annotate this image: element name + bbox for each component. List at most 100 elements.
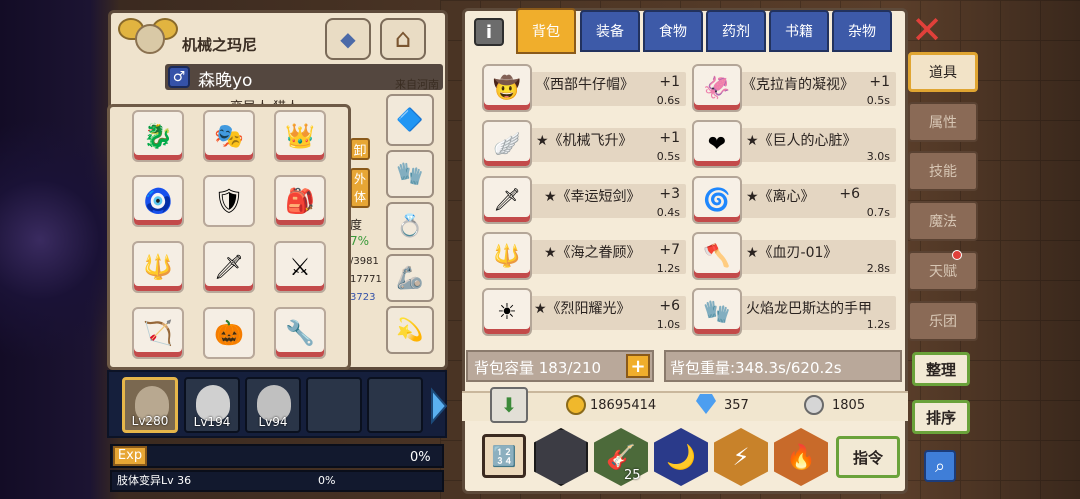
- sort-button[interactable]: 排序: [912, 400, 970, 434]
- equip-slot[interactable]: 🔧: [274, 307, 326, 359]
- item-name: ★《巨人的心脏》: [746, 133, 857, 149]
- close-icon[interactable]: ✕: [909, 11, 945, 49]
- item-name: ★《幸运短剑》: [544, 189, 641, 205]
- dragon-gauntlet-icon: 🧤: [692, 288, 742, 336]
- lucky-dagger-icon: 🗡: [482, 176, 532, 224]
- stat-value-2: 17771: [350, 274, 382, 285]
- search-icon: ⌕: [934, 455, 946, 477]
- item-weight: 3.0s: [866, 150, 890, 163]
- red-backpack-icon: 🎒: [285, 187, 315, 215]
- party-slot-empty[interactable]: [306, 377, 362, 433]
- tab-magic[interactable]: 魔法: [908, 201, 978, 241]
- list-item[interactable]: 🪽 ★《机械飞升》 +1 0.5s: [476, 116, 686, 168]
- tab-misc[interactable]: 杂物: [832, 10, 892, 52]
- silver-coin-icon: [804, 395, 824, 415]
- character-title: 机械之玛尼: [182, 36, 258, 54]
- item-weight: 1.0s: [656, 318, 680, 331]
- equip-slot[interactable]: 🎭: [203, 110, 255, 162]
- organize-button[interactable]: 整理: [912, 352, 970, 386]
- tab-attributes[interactable]: 属性: [908, 102, 978, 142]
- equip-slot[interactable]: 🛡: [203, 175, 255, 227]
- tab-backpack[interactable]: 背包: [516, 8, 576, 54]
- party-member-3[interactable]: Lv94: [245, 377, 301, 433]
- list-item[interactable]: 🤠 《西部牛仔帽》 +1 0.6s: [476, 60, 686, 112]
- male-icon: ♂: [168, 66, 190, 88]
- item-count: +1: [659, 130, 680, 146]
- unequip-button[interactable]: 卸: [350, 138, 370, 160]
- next-arrow-icon[interactable]: [428, 386, 450, 426]
- gold-spear-icon: 🗡: [213, 253, 245, 281]
- equip-slot[interactable]: 🏹: [132, 307, 184, 359]
- tab-potions[interactable]: 药剂: [706, 10, 766, 52]
- capacity-text: 背包容量 183/210: [474, 359, 602, 377]
- dark-mask-icon: 🎭: [214, 122, 244, 150]
- list-item[interactable]: 🗡 ★《幸运短剑》 +3 0.4s: [476, 172, 686, 224]
- command-button[interactable]: 指令: [836, 436, 900, 478]
- mutation-level: 肢体变异Lv 36: [117, 474, 192, 487]
- number-filter-button[interactable]: 🔢: [478, 428, 532, 486]
- item-weight: 1.2s: [656, 262, 680, 275]
- info-icon: i: [485, 21, 493, 43]
- equip-slot[interactable]: 🎒: [274, 175, 326, 227]
- list-item[interactable]: 🪓 ★《血刃-01》 2.8s: [686, 228, 896, 280]
- sun-staff-icon: ☀: [482, 288, 532, 336]
- fire-skill-button[interactable]: 🔥: [774, 428, 828, 486]
- party-member-1[interactable]: Lv280: [122, 377, 178, 433]
- tab-skills[interactable]: 技能: [908, 151, 978, 191]
- equip-slot[interactable]: 🗡: [203, 241, 255, 293]
- instrument-button[interactable]: 🎸 25: [594, 428, 648, 486]
- list-item[interactable]: 🔱 ★《海之眷顾》 +7 1.2s: [476, 228, 686, 280]
- hex-slot: [534, 428, 588, 486]
- tab-equipment[interactable]: 装备: [580, 10, 640, 52]
- number-icon: 🔢: [482, 434, 526, 478]
- character-name: 森晚yo: [198, 71, 253, 91]
- party-member-2[interactable]: Lv194: [184, 377, 240, 433]
- item-name: ★《机械飞升》: [536, 133, 633, 149]
- guild-emblem-icon: [135, 24, 165, 54]
- fire-icon: 🔥: [774, 428, 828, 486]
- mech-wing-icon: 🪽: [482, 120, 532, 168]
- expand-capacity-button[interactable]: +: [626, 354, 650, 378]
- equip-slot[interactable]: 🐉: [132, 110, 184, 162]
- side-slot-glove[interactable]: 🧤: [386, 150, 434, 198]
- equip-slot[interactable]: 🔱: [132, 241, 184, 293]
- moon-skill-button[interactable]: 🌙: [654, 428, 708, 486]
- bolt-skill-button[interactable]: ⚡: [714, 428, 768, 486]
- list-item[interactable]: ❤ ★《巨人的心脏》 3.0s: [686, 116, 896, 168]
- tab-food[interactable]: 食物: [643, 10, 703, 52]
- stat-percent: 7%: [350, 234, 370, 248]
- red-orb-icon: 🧿: [143, 187, 173, 215]
- list-item[interactable]: 🧤 火焰龙巴斯达的手甲 1.2s: [686, 284, 896, 336]
- item-weight: 0.7s: [866, 206, 890, 219]
- gem-icon: 🔷: [396, 107, 424, 133]
- appearance-button[interactable]: 外体: [350, 168, 370, 208]
- crystal-button[interactable]: ◆: [325, 18, 371, 60]
- tab-talent[interactable]: 天赋: [908, 251, 978, 291]
- wardrobe-button[interactable]: ⌂: [380, 18, 426, 60]
- list-item[interactable]: 🦑 《克拉肯的凝视》 +1 0.5s: [686, 60, 896, 112]
- weight-text: 背包重量:348.3s/620.2s: [670, 359, 842, 377]
- silver-amount: 1805: [832, 398, 866, 413]
- side-slot-ring[interactable]: 💍: [386, 202, 434, 250]
- equip-slot[interactable]: 🧿: [132, 175, 184, 227]
- exp-percent: 0%: [410, 450, 431, 465]
- side-slot-armor[interactable]: 🦾: [386, 254, 434, 302]
- item-name: ★《离心》: [746, 189, 815, 205]
- equip-slot[interactable]: 🎃: [203, 307, 255, 359]
- info-button[interactable]: i: [474, 18, 504, 46]
- side-slot-bracelet[interactable]: 💫: [386, 306, 434, 354]
- tab-books[interactable]: 书籍: [769, 10, 829, 52]
- side-slot-amulet[interactable]: 🔷: [386, 94, 434, 146]
- item-weight: 0.4s: [656, 206, 680, 219]
- search-button[interactable]: ⌕: [924, 450, 956, 482]
- tab-items[interactable]: 道具: [908, 52, 978, 92]
- download-button[interactable]: ⬇: [490, 387, 528, 423]
- tool-badge: 25: [624, 468, 641, 483]
- list-item[interactable]: 🌀 ★《离心》 +6 0.7s: [686, 172, 896, 224]
- equip-slot[interactable]: ⚔: [274, 241, 326, 293]
- tab-band[interactable]: 乐团: [908, 301, 978, 341]
- empty-tool-slot[interactable]: [534, 428, 588, 486]
- equip-slot[interactable]: 👑: [274, 110, 326, 162]
- party-slot-empty[interactable]: [367, 377, 423, 433]
- list-item[interactable]: ☀ ★《烈阳耀光》 +6 1.0s: [476, 284, 686, 336]
